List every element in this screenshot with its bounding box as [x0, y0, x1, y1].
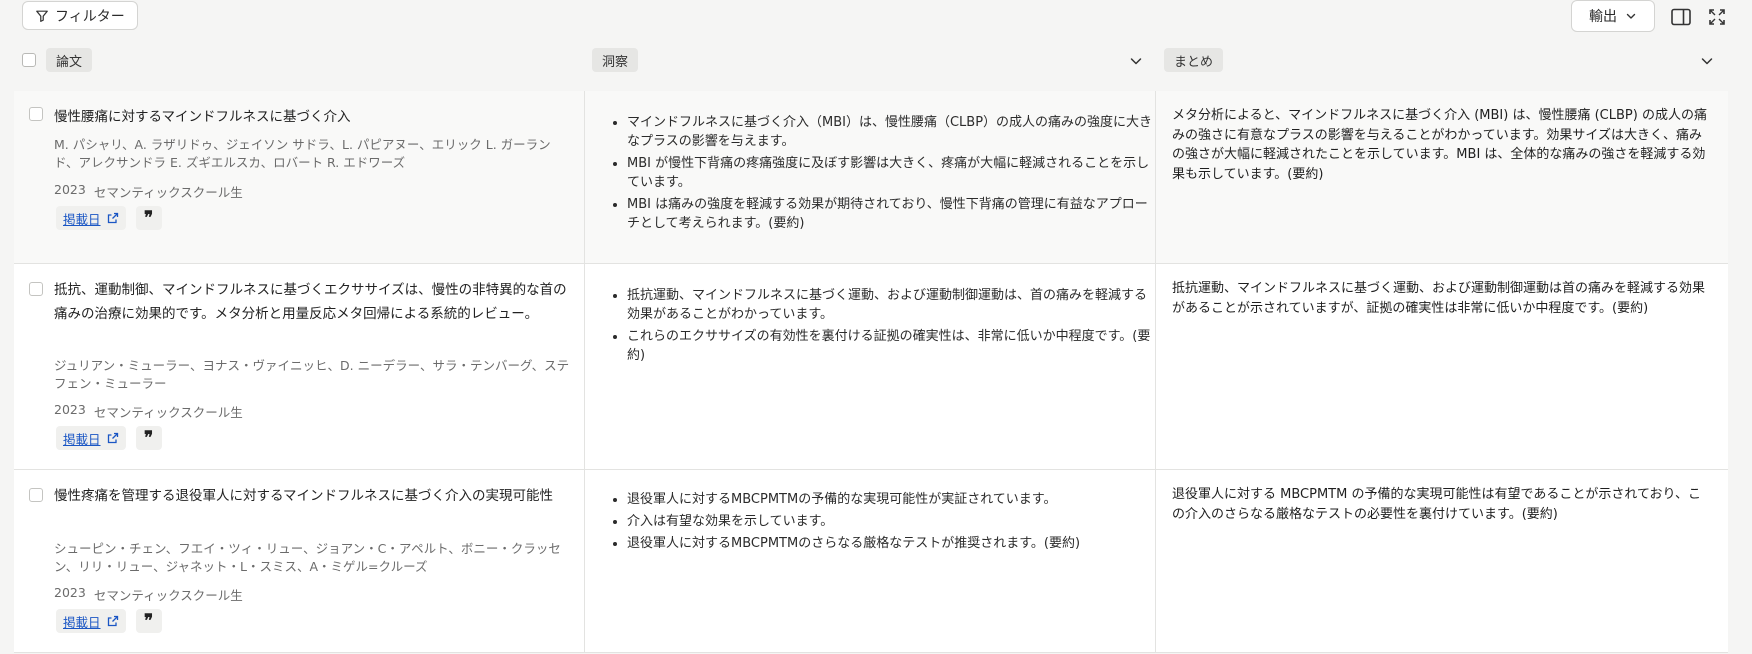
insight-item: MBI が慢性下背痛の疼痛強度に及ぼす影響は大きく、疼痛が大幅に軽減されることを…: [627, 154, 1157, 192]
table-row: 慢性疼痛を管理する退役軍人に対するマインドフルネスに基づく介入の実現可能性 シュ…: [14, 470, 1728, 653]
column-header-insights[interactable]: 洞察: [592, 48, 639, 72]
paper-source: セマンティックスクール生: [93, 588, 243, 603]
column-header-summary[interactable]: まとめ: [1164, 48, 1224, 72]
insight-item: マインドフルネスに基づく介入（MBI）は、慢性腰痛（CLBP）の成人の痛みの強度…: [627, 113, 1157, 151]
summary-cell: メタ分析によると、マインドフルネスに基づく介入 (MBI) は、慢性腰痛 (CL…: [1156, 91, 1728, 263]
paper-year: 2023: [54, 585, 86, 600]
insights-cell: マインドフルネスに基づく介入（MBI）は、慢性腰痛（CLBP）の成人の痛みの強度…: [585, 91, 1156, 263]
paper-cell: 抵抗、運動制御、マインドフルネスに基づくエクササイズは、慢性の非特異的な首の痛み…: [14, 264, 585, 469]
insight-item: 退役軍人に対するMBCPMTMの予備的な実現可能性が実証されています。: [627, 490, 1157, 509]
summary-cell: 退役軍人に対する MBCPMTM の予備的な実現可能性は有望であることが示されて…: [1156, 470, 1728, 652]
published-link-label: 掲載日: [63, 211, 101, 227]
published-link[interactable]: 掲載日: [56, 426, 126, 450]
row-checkbox[interactable]: [29, 107, 43, 121]
insights-list: マインドフルネスに基づく介入（MBI）は、慢性腰痛（CLBP）の成人の痛みの強度…: [611, 113, 1157, 236]
export-button[interactable]: 輸出: [1571, 0, 1655, 32]
published-link[interactable]: 掲載日: [56, 206, 126, 230]
filter-icon: [35, 9, 49, 23]
paper-meta: 2023 セマンティックスクール生: [54, 182, 243, 201]
published-link-label: 掲載日: [63, 431, 101, 447]
paper-title[interactable]: 慢性腰痛に対するマインドフルネスに基づく介入: [54, 105, 574, 129]
select-all-checkbox[interactable]: [22, 53, 36, 67]
paper-meta: 2023 セマンティックスクール生: [54, 585, 243, 604]
row-checkbox[interactable]: [29, 282, 43, 296]
filter-label: フィルター: [55, 8, 125, 25]
paper-actions: 掲載日 ❞: [56, 206, 162, 230]
column-header-paper[interactable]: 論文: [46, 48, 93, 72]
insights-cell: 抵抗運動、マインドフルネスに基づく運動、および運動制御運動は、首の痛みを軽減する…: [585, 264, 1156, 469]
insight-item: 介入は有望な効果を示しています。: [627, 512, 1157, 531]
paper-authors: シューピン・チェン、フエイ・ツィ・リュー、ジョアン・C・アペルト、ボニー・クラッ…: [54, 541, 561, 574]
quote-icon[interactable]: ❞: [135, 609, 162, 633]
insight-item: 抵抗運動、マインドフルネスに基づく運動、および運動制御運動は、首の痛みを軽減する…: [627, 286, 1157, 324]
chevron-down-icon[interactable]: [1699, 53, 1715, 69]
row-checkbox[interactable]: [29, 488, 43, 502]
paper-actions: 掲載日 ❞: [56, 426, 162, 450]
external-link-icon: [107, 432, 119, 444]
insights-list: 抵抗運動、マインドフルネスに基づく運動、および運動制御運動は、首の痛みを軽減する…: [611, 286, 1157, 368]
insight-item: これらのエクササイズの有効性を裏付ける証拠の確実性は、非常に低いか中程度です。(…: [627, 327, 1157, 365]
toolbar: フィルター 輸出: [0, 0, 1752, 34]
insights-list: 退役軍人に対するMBCPMTMの予備的な実現可能性が実証されています。 介入は有…: [611, 490, 1157, 556]
insight-item: MBI は痛みの強度を軽減する効果が期待されており、慢性下背痛の管理に有益なアプ…: [627, 195, 1157, 233]
expand-icon[interactable]: [1705, 5, 1729, 29]
panel-right-icon[interactable]: [1669, 5, 1693, 29]
table-row: 慢性腰痛に対するマインドフルネスに基づく介入 M. パシャリ、A. ラザリドゥ、…: [14, 91, 1728, 264]
quote-icon[interactable]: ❞: [135, 426, 162, 450]
paper-authors: ジュリアン・ミューラー、ヨナス・ヴァイニッヒ、D. ニーデラー、サラ・テンバーグ…: [54, 358, 570, 391]
paper-year: 2023: [54, 182, 86, 197]
quote-icon[interactable]: ❞: [135, 206, 162, 230]
published-link-label: 掲載日: [63, 614, 101, 630]
insight-item: 退役軍人に対するMBCPMTMのさらなる厳格なテストが推奨されます。(要約): [627, 534, 1157, 553]
chevron-down-icon: [1625, 10, 1637, 22]
paper-meta: 2023 セマンティックスクール生: [54, 402, 243, 421]
table-header: 論文 洞察 まとめ: [0, 44, 1752, 78]
paper-year: 2023: [54, 402, 86, 417]
summary-text: メタ分析によると、マインドフルネスに基づく介入 (MBI) は、慢性腰痛 (CL…: [1172, 108, 1707, 182]
summary-text: 抵抗運動、マインドフルネスに基づく運動、および運動制御運動は首の痛みを軽減する効…: [1172, 281, 1706, 316]
chevron-down-icon[interactable]: [1128, 53, 1144, 69]
published-link[interactable]: 掲載日: [56, 609, 126, 633]
paper-actions: 掲載日 ❞: [56, 609, 162, 633]
summary-text: 退役軍人に対する MBCPMTM の予備的な実現可能性は有望であることが示されて…: [1172, 487, 1702, 522]
summary-cell: 抵抗運動、マインドフルネスに基づく運動、および運動制御運動は首の痛みを軽減する効…: [1156, 264, 1728, 469]
paper-source: セマンティックスクール生: [93, 405, 243, 420]
paper-authors: M. パシャリ、A. ラザリドゥ、ジェイソン サドラ、L. パピアヌー、エリック…: [54, 137, 551, 170]
filter-button[interactable]: フィルター: [22, 1, 138, 30]
paper-source: セマンティックスクール生: [93, 185, 243, 200]
table-row: 抵抗、運動制御、マインドフルネスに基づくエクササイズは、慢性の非特異的な首の痛み…: [14, 264, 1728, 470]
results-table: 慢性腰痛に対するマインドフルネスに基づく介入 M. パシャリ、A. ラザリドゥ、…: [14, 91, 1728, 653]
insights-cell: 退役軍人に対するMBCPMTMの予備的な実現可能性が実証されています。 介入は有…: [585, 470, 1156, 652]
external-link-icon: [107, 615, 119, 627]
paper-cell: 慢性疼痛を管理する退役軍人に対するマインドフルネスに基づく介入の実現可能性 シュ…: [14, 470, 585, 652]
paper-cell: 慢性腰痛に対するマインドフルネスに基づく介入 M. パシャリ、A. ラザリドゥ、…: [14, 91, 585, 263]
paper-title[interactable]: 慢性疼痛を管理する退役軍人に対するマインドフルネスに基づく介入の実現可能性: [54, 484, 574, 508]
paper-title[interactable]: 抵抗、運動制御、マインドフルネスに基づくエクササイズは、慢性の非特異的な首の痛み…: [54, 278, 574, 326]
export-label: 輸出: [1589, 9, 1617, 25]
external-link-icon: [107, 212, 119, 224]
